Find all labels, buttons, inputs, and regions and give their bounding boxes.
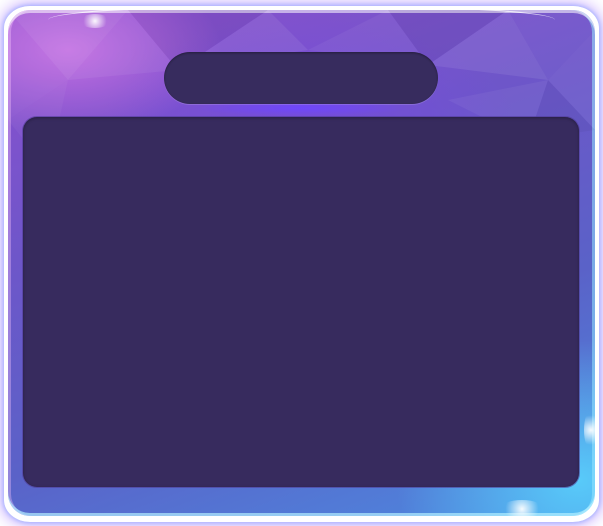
dialog-content-panel: [23, 117, 579, 487]
title-pill: [164, 52, 438, 104]
game-dialog-stage: [0, 0, 603, 526]
frame-top-highlight: [48, 10, 555, 36]
